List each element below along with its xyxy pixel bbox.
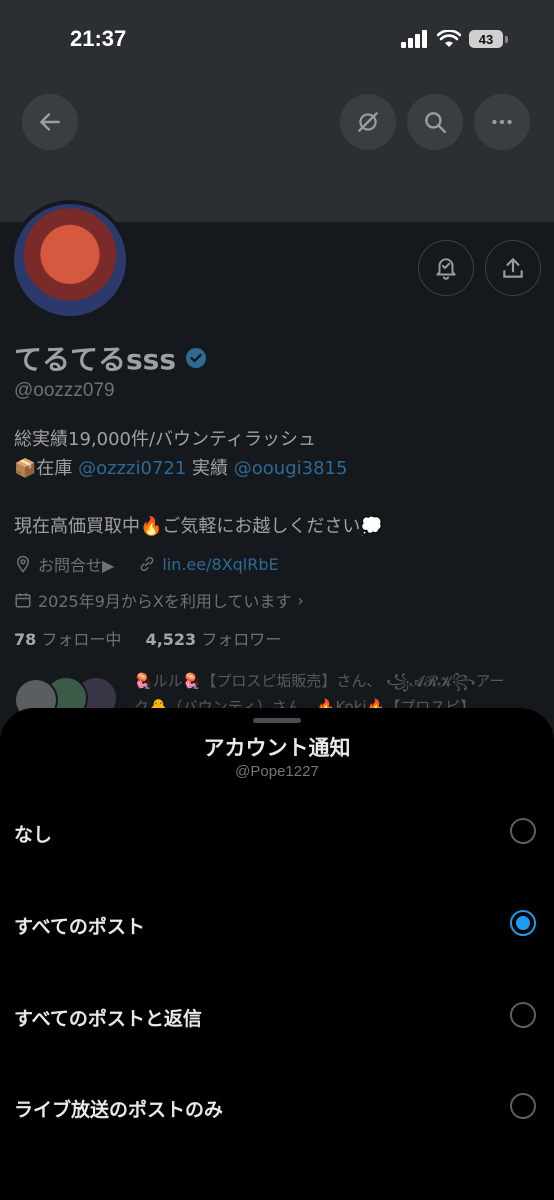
- option-label: ライブ放送のポストのみ: [14, 1099, 224, 1121]
- back-arrow-icon: [40, 113, 60, 131]
- share-button[interactable]: [485, 240, 541, 296]
- following-count: 78: [14, 630, 37, 649]
- profile-avatar[interactable]: [10, 200, 130, 320]
- option-label: すべてのポスト: [14, 916, 145, 938]
- bio-line-2: 📦在庫 @ozzzi0721 実績 @oougi3815: [14, 454, 383, 483]
- battery-indicator: 43: [469, 30, 503, 48]
- option-none[interactable]: なし: [0, 794, 554, 874]
- bio-record-label: 実績: [186, 458, 234, 479]
- option-live-broadcast-only[interactable]: ライブ放送のポストのみ: [0, 1069, 554, 1149]
- share-icon: [503, 258, 523, 278]
- notification-bell-icon: [436, 258, 456, 280]
- radio-button[interactable]: [510, 1093, 536, 1119]
- status-time: 21:37: [70, 26, 127, 51]
- profile-bio: 総実績19,000件/バウンティラッシュ 📦在庫 @ozzzi0721 実績 @…: [14, 425, 383, 541]
- account-notification-sheet: アカウント通知 @Pope1227 なし すべてのポスト すべてのポストと返信 …: [0, 708, 554, 1200]
- bio-line-3: 現在高価買取中🔥ご気軽にお越しください💭: [14, 516, 383, 537]
- option-label: なし: [14, 824, 53, 846]
- followers-count: 4,523: [145, 630, 197, 649]
- radio-button-selected[interactable]: [510, 910, 536, 936]
- radio-button[interactable]: [510, 818, 536, 844]
- followers-label: フォロワー: [201, 630, 282, 649]
- chevron-right-icon: ›: [297, 590, 304, 610]
- option-label: すべてのポストと返信: [14, 1008, 202, 1030]
- status-icons: 43: [401, 30, 508, 48]
- back-button[interactable]: [22, 94, 78, 150]
- cellular-signal-icon: [401, 30, 427, 48]
- sheet-subtitle: @Pope1227: [235, 763, 319, 780]
- notification-button[interactable]: [418, 240, 474, 296]
- sheet-title: アカウント通知: [203, 736, 351, 760]
- display-name: てるてるsss: [14, 338, 208, 378]
- profile-joined: 2025年9月からXを利用しています: [38, 592, 292, 611]
- wifi-icon: [437, 30, 461, 47]
- profile-location: お問合せ▶: [38, 556, 115, 575]
- search-icon: [425, 112, 446, 133]
- bio-link-stock[interactable]: @ozzzi0721: [78, 458, 186, 479]
- verified-badge-icon: [186, 348, 206, 368]
- more-icon: [492, 119, 512, 125]
- battery-tip: [505, 35, 508, 43]
- more-button[interactable]: [474, 94, 530, 150]
- bio-stock-label: 📦在庫: [14, 458, 79, 479]
- option-all-posts-and-replies[interactable]: すべてのポストと返信: [0, 978, 554, 1058]
- search-button[interactable]: [407, 94, 463, 150]
- status-bar: 21:37 43: [0, 0, 554, 84]
- profile-screen: 21:37 43 てるてるsss @oozzz079 総実績19,000件/バウ…: [0, 0, 554, 1200]
- radio-button[interactable]: [510, 1002, 536, 1028]
- bio-link-record[interactable]: @oougi3815: [234, 458, 348, 479]
- profile-meta-row: お問合せ▶ lin.ee/8XqlRbE: [14, 552, 279, 576]
- following-label: フォロー中: [41, 630, 122, 649]
- link-icon: [140, 556, 154, 572]
- bio-line-1: 総実績19,000件/バウンティラッシュ: [14, 429, 316, 450]
- follow-counts: 78 フォロー中 4,523 フォロワー: [14, 626, 281, 650]
- sheet-drag-handle[interactable]: [253, 718, 301, 723]
- grok-button[interactable]: [340, 94, 396, 150]
- profile-joined-row[interactable]: 2025年9月からXを利用しています ›: [14, 588, 304, 612]
- calendar-icon: [15, 593, 31, 608]
- following-link[interactable]: 78 フォロー中: [14, 630, 121, 649]
- grok-icon: [358, 112, 378, 132]
- location-icon: [16, 555, 30, 573]
- profile-handle: @oozzz079: [14, 380, 115, 401]
- display-name-text: てるてるsss: [14, 343, 176, 376]
- followed-by-line-1: 🪼ルル🪼【プロスピ垢販売】さん、 ꧁𝓐𝓡𝓚꧂アー: [134, 672, 505, 690]
- followers-link[interactable]: 4,523 フォロワー: [146, 630, 282, 649]
- option-all-posts[interactable]: すべてのポスト: [0, 886, 554, 966]
- profile-website[interactable]: lin.ee/8XqlRbE: [162, 555, 278, 574]
